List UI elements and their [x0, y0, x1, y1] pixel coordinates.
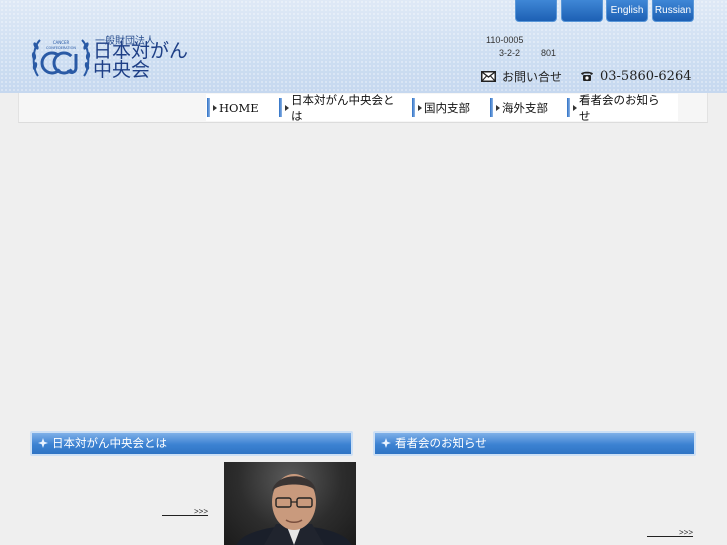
portrait-image [236, 474, 352, 545]
language-button-english[interactable]: English [606, 0, 648, 22]
svg-text:CANCER: CANCER [53, 40, 70, 45]
more-link-notices[interactable]: >>> [647, 527, 693, 538]
svg-text:CONFEDERATION: CONFEDERATION [46, 46, 76, 50]
site-header: CANCER CONFEDERATION 一般財団法人 日本対がん中央会 Eng… [0, 0, 727, 93]
phone-icon [581, 71, 593, 81]
nav-item-patient-notices[interactable]: 看者会のお知らせ [566, 93, 678, 123]
main-navigation: HOME 日本対がん中央会とは 国内支部 海外支部 看者会のお知らせ [206, 93, 678, 123]
more-link-about[interactable]: >>> [162, 506, 208, 517]
diamond-bullet-icon [38, 438, 48, 448]
contact-link[interactable]: お問い合せ [481, 67, 562, 85]
phone-number-text: 03-5860-6264 [600, 68, 692, 84]
chairman-photo [224, 462, 356, 545]
site-logo[interactable]: CANCER CONFEDERATION 一般財団法人 日本対がん中央会 [30, 32, 205, 84]
ccj-emblem-icon: CANCER CONFEDERATION [31, 39, 91, 77]
diamond-bullet-icon [381, 438, 391, 448]
phone-number: 03-5860-6264 [580, 67, 692, 85]
language-button-2[interactable] [561, 0, 603, 22]
section-title-about: 日本対がん中央会とは [52, 436, 167, 450]
mail-icon [481, 70, 496, 82]
language-button-russian[interactable]: Russian [652, 0, 694, 22]
nav-item-domestic-branches[interactable]: 国内支部 [411, 94, 489, 121]
address-room: 801 [541, 48, 557, 58]
postal-code: 110-0005 [486, 35, 524, 45]
language-button-1[interactable] [515, 0, 557, 22]
nav-item-overseas-branches[interactable]: 海外支部 [489, 94, 566, 121]
nav-item-home[interactable]: HOME [206, 94, 278, 121]
logo-title: 日本対がん中央会 [93, 40, 189, 81]
section-header-about: 日本対がん中央会とは [30, 431, 353, 456]
address-line: 3-2-2 [499, 48, 521, 58]
nav-item-about[interactable]: 日本対がん中央会とは [278, 93, 411, 123]
section-header-notices: 看者会のお知らせ [373, 431, 696, 456]
contact-label: お問い合せ [502, 69, 563, 84]
section-title-notices: 看者会のお知らせ [395, 436, 487, 450]
